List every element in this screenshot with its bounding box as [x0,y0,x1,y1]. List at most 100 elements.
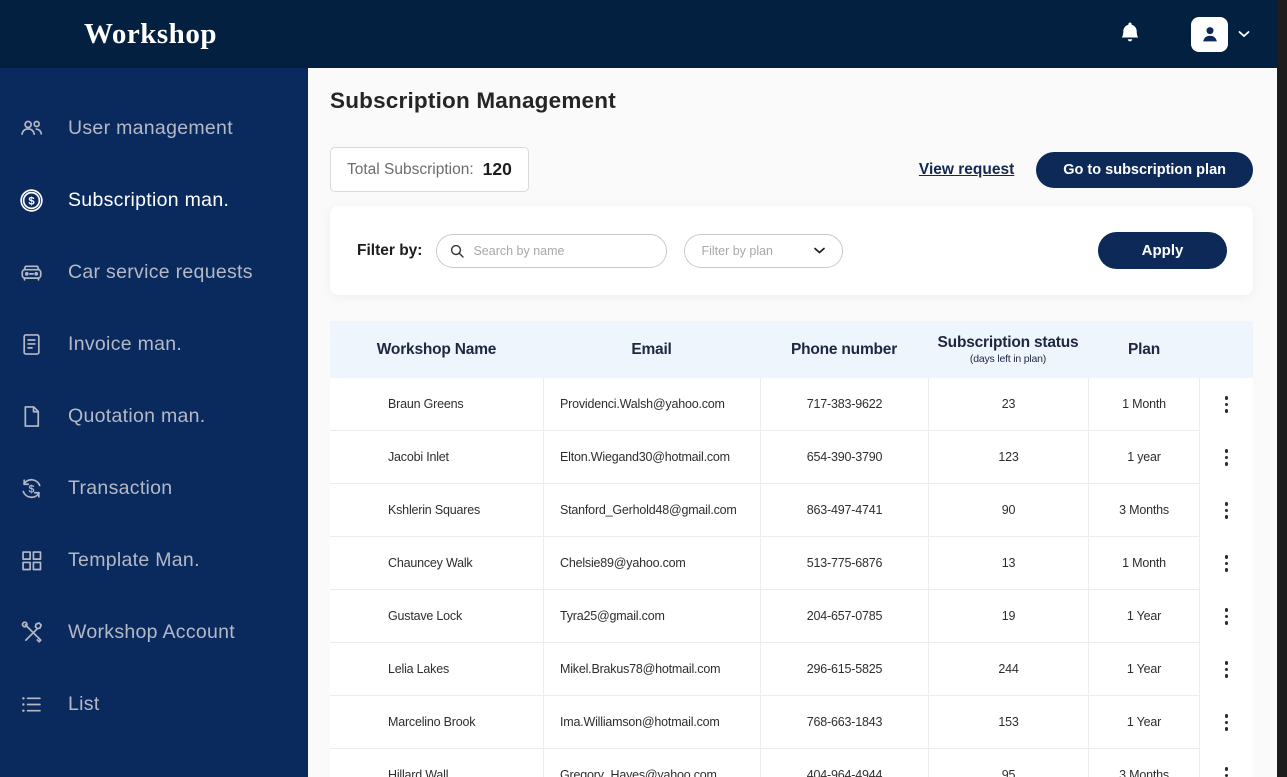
table-row: Marcelino Brook Ima.Williamson@hotmail.c… [330,696,1253,749]
table-row: Lelia Lakes Mikel.Brakus78@hotmail.com 2… [330,643,1253,696]
apply-button[interactable]: Apply [1098,232,1227,269]
sidebar-item-list[interactable]: List [0,668,308,740]
cell-email: Gregory_Hayes@yahoo.com [543,749,760,777]
plan-dropdown-value: Filter by plan [701,243,774,258]
row-kebab-menu-icon[interactable] [1221,655,1233,683]
bell-icon[interactable] [1117,21,1143,47]
cell-actions [1200,537,1253,590]
cell-plan: 1 Year [1088,590,1200,643]
go-to-subscription-plan-button[interactable]: Go to subscription plan [1036,151,1253,188]
cell-subscription-status: 13 [928,537,1088,590]
cell-email: Tyra25@gmail.com [543,590,760,643]
cell-email: Providenci.Walsh@yahoo.com [543,378,760,431]
cell-plan: 1 Month [1088,378,1200,431]
total-subscription-value: 120 [482,159,512,179]
sidebar-item-label: Car service requests [68,260,253,283]
table-row: Braun Greens Providenci.Walsh@yahoo.com … [330,378,1253,431]
sidebar-item-label: Template Man. [68,548,200,571]
sidebar-item-invoice-man[interactable]: Invoice man. [0,308,308,380]
header-workshop-name: Workshop Name [376,340,497,358]
top-bar: Workshop [0,0,1277,68]
sidebar-item-quotation-man[interactable]: Quotation man. [0,380,308,452]
sidebar-item-label: Invoice man. [68,332,183,355]
cell-email: Chelsie89@yahoo.com [543,537,760,590]
sidebar-item-subscription-man[interactable]: $ Subscription man. [0,164,308,236]
sidebar-item-workshop-account[interactable]: Workshop Account [0,596,308,668]
filter-by-label: Filter by: [357,241,423,259]
window-edge-strip [1277,0,1287,777]
cell-phone-number: 513-775-6876 [760,537,928,590]
summary-row: Total Subscription: 120 View request Go … [330,147,1253,192]
cell-phone-number: 863-497-4741 [760,484,928,537]
cell-phone-number: 296-615-5825 [760,643,928,696]
sidebar-item-template-man[interactable]: Template Man. [0,524,308,596]
row-kebab-menu-icon[interactable] [1221,708,1233,736]
search-icon [449,243,465,259]
cell-email: Ima.Williamson@hotmail.com [543,696,760,749]
cell-workshop-name: Braun Greens [330,378,543,431]
svg-text:$: $ [28,195,35,207]
cell-plan: 1 Year [1088,696,1200,749]
cell-actions [1200,484,1253,537]
view-request-link[interactable]: View request [919,161,1014,179]
table-body: Braun Greens Providenci.Walsh@yahoo.com … [330,378,1253,777]
header-status-subtitle: (days left in plan) [969,353,1047,365]
sidebar-item-label: List [68,692,100,715]
search-input[interactable] [473,243,644,258]
user-avatar-icon[interactable] [1191,16,1228,52]
template-icon [18,547,45,574]
cell-actions [1200,696,1253,749]
summary-actions: View request Go to subscription plan [919,151,1253,188]
cell-subscription-status: 23 [928,378,1088,431]
cell-workshop-name: Jacobi Inlet [330,431,543,484]
row-kebab-menu-icon[interactable] [1221,761,1233,777]
cell-workshop-name: Hillard Wall [330,749,543,777]
row-kebab-menu-icon[interactable] [1221,549,1233,577]
sidebar-item-transaction[interactable]: $ Transaction [0,452,308,524]
list-icon [18,691,45,718]
row-kebab-menu-icon[interactable] [1221,602,1233,630]
cell-workshop-name: Kshlerin Squares [330,484,543,537]
filter-panel: Filter by: Filter by plan Appl [330,206,1253,295]
row-kebab-menu-icon[interactable] [1221,443,1233,471]
car-icon [18,259,45,286]
cell-plan: 1 Year [1088,643,1200,696]
header-subscription-status: Subscription status (days left in plan) [928,334,1088,365]
table-row: Gustave Lock Tyra25@gmail.com 204-657-07… [330,590,1253,643]
sidebar-item-car-service-requests[interactable]: Car service requests [0,236,308,308]
users-icon [18,115,45,142]
search-by-name-field [436,233,668,268]
cell-subscription-status: 153 [928,696,1088,749]
app-window: Workshop User management $ Subscription … [0,0,1287,777]
filter-by-plan-dropdown[interactable]: Filter by plan [684,233,844,268]
cell-phone-number: 404-964-4944 [760,749,928,777]
sidebar-item-label: Workshop Account [68,620,236,643]
subscriptions-table: Workshop Name Email Phone number Subscri… [330,321,1253,777]
topbar-actions [1117,16,1251,52]
sidebar-item-label: Quotation man. [68,404,206,427]
sidebar-item-label: Subscription man. [68,188,230,211]
sidebar-item-label: Transaction [68,476,173,499]
cell-phone-number: 654-390-3790 [760,431,928,484]
cell-phone-number: 768-663-1843 [760,696,928,749]
row-kebab-menu-icon[interactable] [1221,496,1233,524]
header-plan: Plan [1128,340,1160,358]
sidebar-item-user-management[interactable]: User management [0,92,308,164]
cell-email: Stanford_Gerhold48@gmail.com [543,484,760,537]
total-subscription-label: Total Subscription: [347,160,474,178]
cell-phone-number: 204-657-0785 [760,590,928,643]
cell-workshop-name: Gustave Lock [330,590,543,643]
cell-actions [1200,431,1253,484]
table-row: Hillard Wall Gregory_Hayes@yahoo.com 404… [330,749,1253,777]
dollar-circle-icon: $ [18,187,45,214]
chevron-down-icon[interactable] [1237,29,1251,39]
cell-subscription-status: 244 [928,643,1088,696]
invoice-icon [18,331,45,358]
cell-subscription-status: 95 [928,749,1088,777]
cell-workshop-name: Marcelino Brook [330,696,543,749]
cell-actions [1200,749,1253,777]
row-kebab-menu-icon[interactable] [1221,390,1233,418]
table-row: Kshlerin Squares Stanford_Gerhold48@gmai… [330,484,1253,537]
cell-plan: 3 Months [1088,749,1200,777]
cell-actions [1200,643,1253,696]
